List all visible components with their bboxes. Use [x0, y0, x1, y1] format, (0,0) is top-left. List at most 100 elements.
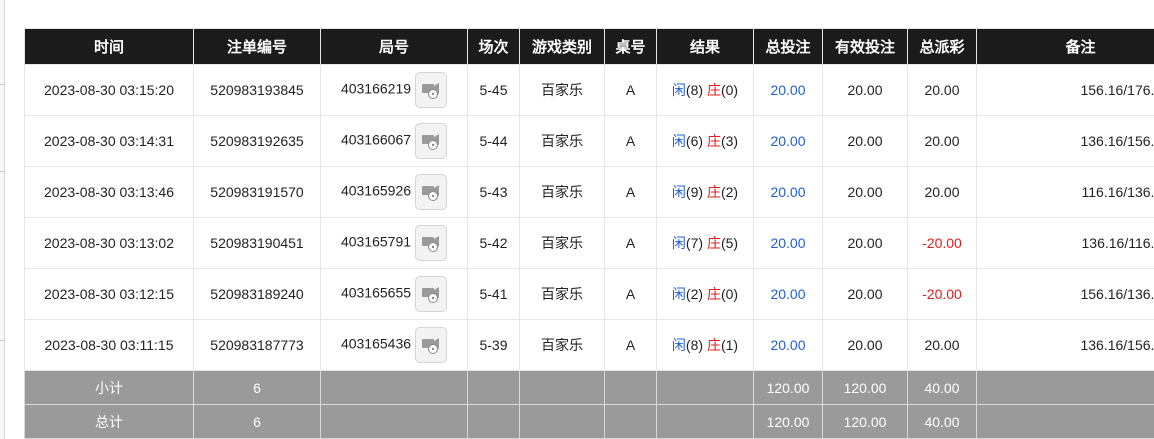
bet-id: 520983192635	[193, 115, 321, 167]
bet-time: 2023-08-30 03:13:46	[24, 166, 194, 218]
bet-time: 2023-08-30 03:15:20	[24, 64, 194, 116]
player-label: 闲	[671, 235, 686, 251]
video-replay-icon[interactable]	[415, 123, 448, 159]
header-result: 结果	[656, 28, 754, 65]
bet-time: 2023-08-30 03:12:15	[24, 268, 194, 320]
grand-total-label: 总计	[24, 404, 194, 439]
bet-time: 2023-08-30 03:13:02	[24, 217, 194, 269]
player-score: (8)	[685, 337, 704, 353]
banker-label: 庄	[706, 82, 721, 98]
total-bet: 20.00	[753, 166, 823, 218]
valid-bet: 20.00	[822, 319, 908, 371]
banker-label: 庄	[706, 184, 721, 200]
valid-bet: 20.00	[822, 268, 908, 320]
session: 5-39	[467, 319, 520, 371]
player-score: (7)	[685, 235, 704, 251]
total-bet: 20.00	[753, 217, 823, 269]
total-bet: 20.00	[753, 319, 823, 371]
header-bet-id: 注单编号	[193, 28, 321, 65]
session: 5-41	[467, 268, 520, 320]
result: 闲(7) 庄(5)	[656, 217, 754, 269]
round-id: 403165791	[340, 233, 412, 250]
payout: 20.00	[907, 319, 977, 371]
banker-score: (0)	[720, 82, 739, 98]
round-id-cell: 403166067	[320, 115, 468, 167]
table-row: 2023-08-30 03:14:31 520983192635 403166067…	[24, 115, 1154, 167]
header-session: 场次	[467, 28, 520, 65]
payout: -20.00	[907, 268, 977, 320]
player-score: (2)	[685, 286, 704, 302]
remark: 116.16/136.16	[976, 166, 1154, 218]
player-score: (6)	[685, 133, 704, 149]
total-bet: 20.00	[753, 64, 823, 116]
game-type: 百家乐	[519, 64, 605, 116]
session: 5-45	[467, 64, 520, 116]
payout: -20.00	[907, 217, 977, 269]
round-id-cell: 403165655	[320, 268, 468, 320]
grand-total-count: 6	[193, 404, 321, 439]
table-no: A	[604, 217, 657, 269]
table-row: 2023-08-30 03:13:46 520983191570 403165926…	[24, 166, 1154, 218]
banker-score: (0)	[720, 286, 739, 302]
video-replay-icon[interactable]	[415, 327, 448, 363]
payout: 20.00	[907, 64, 977, 116]
result: 闲(6) 庄(3)	[656, 115, 754, 167]
player-label: 闲	[671, 133, 686, 149]
payout: 20.00	[907, 115, 977, 167]
bet-id: 520983193845	[193, 64, 321, 116]
remark: 156.16/176.16	[976, 64, 1154, 116]
game-type: 百家乐	[519, 319, 605, 371]
player-label: 闲	[671, 82, 686, 98]
subtotal-valid-bet: 120.00	[822, 370, 908, 405]
bet-id: 520983191570	[193, 166, 321, 218]
remark: 136.16/116.16	[976, 217, 1154, 269]
table-no: A	[604, 166, 657, 218]
valid-bet: 20.00	[822, 166, 908, 218]
round-id-cell: 403165791	[320, 217, 468, 269]
round-id: 403165436	[340, 335, 412, 352]
game-type: 百家乐	[519, 217, 605, 269]
round-id-cell: 403165926	[320, 166, 468, 218]
valid-bet: 20.00	[822, 115, 908, 167]
grand-total-row: 总计 6 120.00 120.00 40.00	[24, 404, 1154, 439]
video-replay-icon[interactable]	[415, 72, 448, 108]
session: 5-44	[467, 115, 520, 167]
video-replay-icon[interactable]	[415, 174, 448, 210]
bet-time: 2023-08-30 03:14:31	[24, 115, 194, 167]
table-row: 2023-08-30 03:15:20 520983193845 403166219…	[24, 64, 1154, 116]
video-replay-icon[interactable]	[415, 225, 448, 261]
table-no: A	[604, 115, 657, 167]
round-id: 403165926	[340, 182, 412, 199]
left-scroll-edge	[0, 0, 5, 439]
banker-score: (5)	[720, 235, 739, 251]
grand-total-total-bet: 120.00	[753, 404, 823, 439]
table-header-row: 时间 注单编号 局号 场次 游戏类别 桌号 结果 总投注 有效投注 总派彩 备注	[24, 28, 1154, 65]
player-label: 闲	[671, 286, 686, 302]
banker-label: 庄	[706, 133, 721, 149]
banker-score: (2)	[720, 184, 739, 200]
total-bet: 20.00	[753, 115, 823, 167]
bet-id: 520983190451	[193, 217, 321, 269]
round-id: 403166067	[340, 131, 412, 148]
session: 5-43	[467, 166, 520, 218]
video-replay-icon[interactable]	[415, 276, 448, 312]
remark: 136.16/156.16	[976, 115, 1154, 167]
player-score: (9)	[685, 184, 704, 200]
header-game-type: 游戏类别	[519, 28, 605, 65]
banker-label: 庄	[706, 337, 721, 353]
table-no: A	[604, 319, 657, 371]
table-row: 2023-08-30 03:13:02 520983190451 403165791…	[24, 217, 1154, 269]
round-id-cell: 403166219	[320, 64, 468, 116]
table-row: 2023-08-30 03:12:15 520983189240 403165655…	[24, 268, 1154, 320]
subtotal-total-bet: 120.00	[753, 370, 823, 405]
header-payout: 总派彩	[907, 28, 977, 65]
result: 闲(2) 庄(0)	[656, 268, 754, 320]
subtotal-label: 小计	[24, 370, 194, 405]
game-type: 百家乐	[519, 115, 605, 167]
header-time: 时间	[24, 28, 194, 65]
header-total-bet: 总投注	[753, 28, 823, 65]
subtotal-payout: 40.00	[907, 370, 977, 405]
bet-time: 2023-08-30 03:11:15	[24, 319, 194, 371]
result: 闲(8) 庄(1)	[656, 319, 754, 371]
remark: 136.16/156.16	[976, 319, 1154, 371]
